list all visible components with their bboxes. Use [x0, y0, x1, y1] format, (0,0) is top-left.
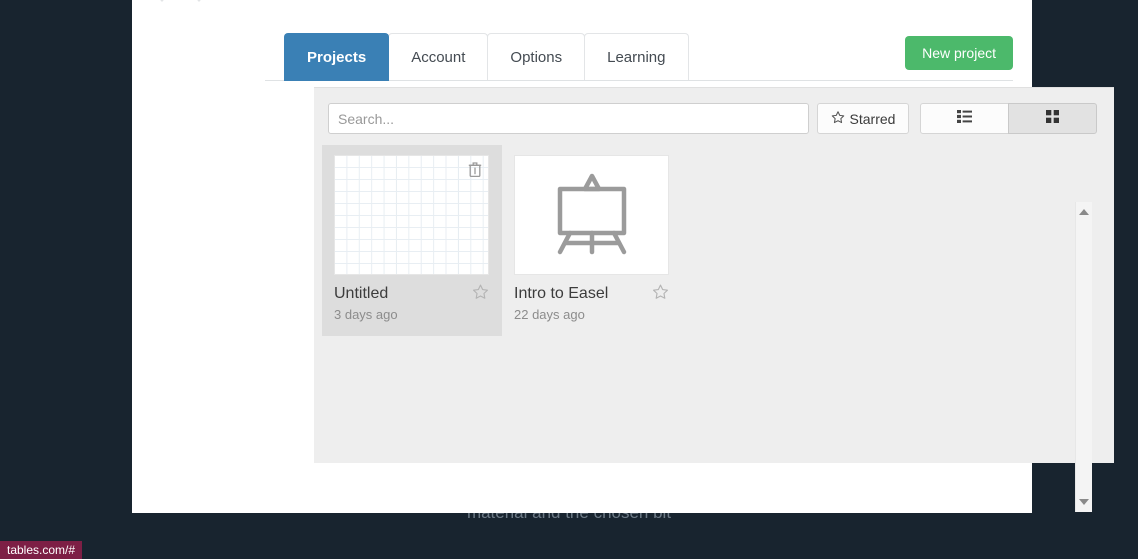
easel-thumbnail [515, 156, 668, 274]
project-title: Intro to Easel [514, 285, 609, 302]
project-title-row: Intro to Easel [514, 283, 669, 305]
chevron-down-icon [154, 0, 170, 2]
view-toggle-group [920, 103, 1097, 134]
project-thumbnail [334, 155, 489, 275]
project-thumbnail [514, 155, 669, 275]
projects-toolbar: Starred [328, 103, 1100, 134]
star-outline-icon[interactable] [472, 283, 489, 305]
search-input[interactable] [328, 103, 809, 134]
projects-scrollbar[interactable] [1075, 202, 1092, 512]
new-project-button[interactable]: New project [905, 36, 1013, 70]
blueprint-grid-thumbnail [335, 156, 488, 274]
projects-modal: Projects Account Options Learning New pr… [132, 0, 1114, 513]
project-meta: Untitled 3 days ago [334, 283, 490, 322]
easel-icon [546, 170, 638, 261]
status-bar-link-preview: tables.com/# [0, 541, 83, 559]
grid-view-icon [1046, 109, 1059, 128]
project-card-untitled[interactable]: Untitled 3 days ago [322, 145, 502, 336]
projects-grid: Untitled 3 days ago Intro to Easel 22 da… [322, 145, 1092, 512]
grid-view-button[interactable] [1008, 103, 1097, 134]
tab-account[interactable]: Account [388, 33, 489, 81]
tab-learning[interactable]: Learning [584, 33, 689, 81]
trash-icon[interactable] [468, 161, 482, 178]
project-date: 22 days ago [514, 307, 585, 322]
chevron-down-icon [191, 0, 207, 2]
tab-bar: Projects Account Options Learning New pr… [151, 33, 1013, 81]
project-card-list: Untitled 3 days ago Intro to Easel 22 da… [322, 145, 1092, 336]
tab-projects[interactable]: Projects [284, 33, 390, 81]
project-title-row: Untitled [334, 283, 489, 305]
tab-learning-label: Learning [607, 49, 666, 66]
tab-options[interactable]: Options [487, 33, 586, 81]
star-outline-icon[interactable] [652, 283, 669, 305]
scroll-down-arrow-icon[interactable] [1076, 494, 1092, 510]
project-date: 3 days ago [334, 307, 398, 322]
chevron-decoration-row [146, 0, 266, 15]
tab-projects-label: Projects [307, 49, 367, 66]
tab-account-label: Account [411, 49, 466, 66]
starred-filter-button[interactable]: Starred [817, 103, 909, 134]
project-meta: Intro to Easel 22 days ago [514, 283, 670, 322]
list-view-icon [957, 109, 972, 128]
project-card-intro-to-easel[interactable]: Intro to Easel 22 days ago [502, 145, 682, 336]
tab-options-label: Options [510, 49, 563, 66]
list-view-button[interactable] [920, 103, 1009, 134]
projects-panel: Starred [314, 88, 1114, 512]
scroll-up-arrow-icon[interactable] [1076, 204, 1092, 220]
project-title: Untitled [334, 285, 389, 302]
star-outline-icon [831, 110, 845, 127]
tab-list: Projects Account Options Learning [284, 33, 689, 81]
starred-filter-label: Starred [849, 110, 896, 127]
